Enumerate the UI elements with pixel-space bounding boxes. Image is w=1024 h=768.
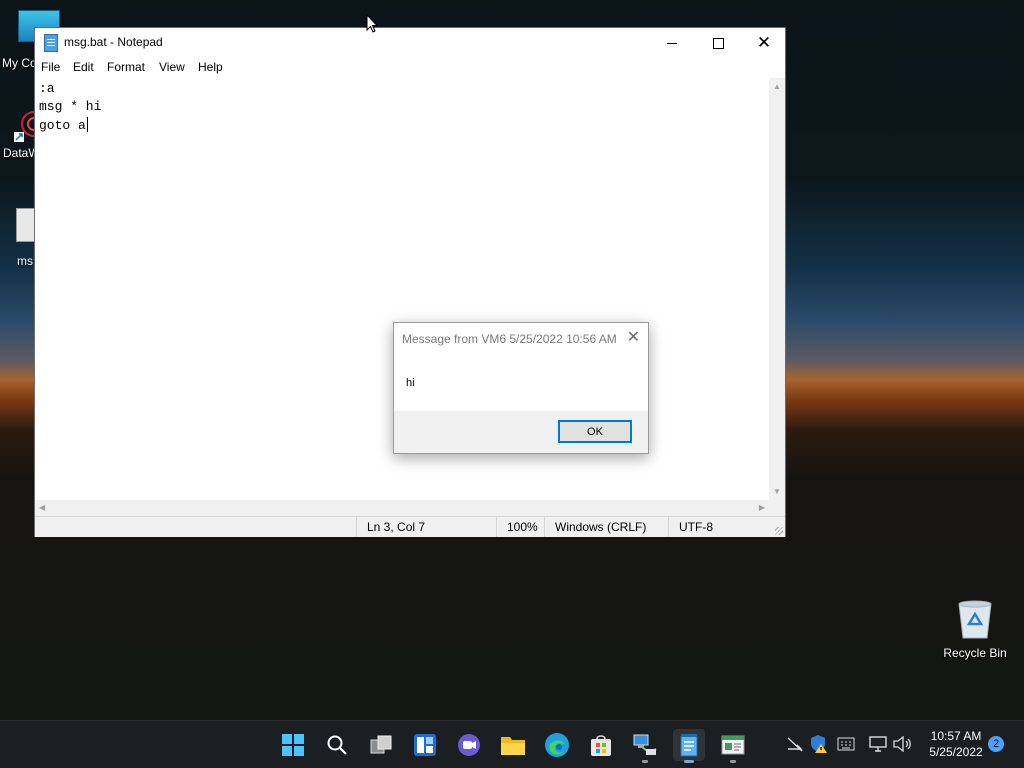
vertical-scrollbar[interactable]: ▲ ▼	[769, 78, 785, 500]
running-indicator	[642, 760, 648, 763]
keyboard-icon[interactable]	[837, 737, 855, 756]
status-encoding: UTF-8	[668, 517, 768, 537]
menu-file[interactable]: File	[41, 60, 60, 74]
minimize-icon	[667, 42, 677, 44]
notification-badge[interactable]: 2	[988, 736, 1004, 752]
minimize-button[interactable]	[649, 28, 695, 58]
folder-icon	[501, 737, 525, 755]
ok-button[interactable]: OK	[558, 420, 632, 443]
store-button[interactable]	[585, 729, 617, 761]
search-icon	[327, 735, 347, 755]
maximize-button[interactable]	[695, 28, 741, 58]
widgets-button[interactable]	[409, 729, 441, 761]
menu-help[interactable]: Help	[198, 60, 223, 74]
network-disconnected-icon[interactable]	[786, 735, 804, 758]
network-tool-icon	[633, 734, 657, 755]
scroll-down-icon[interactable]: ▼	[773, 487, 781, 496]
edge-icon	[545, 733, 569, 757]
menu-bar: File Edit Format View Help	[35, 58, 785, 78]
close-button[interactable]: ✕	[741, 28, 787, 58]
message-dialog[interactable]: Message from VM6 5/25/2022 10:56 AM ✕ hi…	[393, 322, 649, 454]
dialog-title: Message from VM6 5/25/2022 10:56 AM	[402, 332, 617, 346]
dialog-title-bar[interactable]: Message from VM6 5/25/2022 10:56 AM ✕	[394, 323, 648, 353]
volume-icon[interactable]	[892, 735, 912, 757]
dialog-body: hi	[394, 353, 648, 411]
edge-button[interactable]	[541, 729, 573, 761]
text-caret	[86, 117, 88, 132]
scroll-left-icon[interactable]: ◀	[39, 503, 45, 512]
maximize-icon	[712, 37, 724, 49]
chat-button[interactable]	[453, 729, 485, 761]
security-warning-icon[interactable]	[810, 734, 828, 759]
notepad-icon	[44, 34, 58, 52]
dialog-close-icon[interactable]: ✕	[627, 327, 640, 347]
resize-grip-icon[interactable]	[775, 527, 783, 535]
menu-format[interactable]: Format	[107, 60, 145, 74]
menu-view[interactable]: View	[159, 60, 185, 74]
scrollbar-corner	[769, 500, 785, 516]
text-line: :a	[39, 81, 55, 96]
recycle-bin-label[interactable]: Recycle Bin	[938, 646, 1012, 660]
dialog-message: hi	[406, 377, 415, 389]
text-line-content: goto a	[39, 118, 86, 133]
title-bar[interactable]: msg.bat - Notepad ✕	[35, 28, 785, 58]
running-indicator	[730, 760, 736, 763]
chat-icon	[458, 734, 480, 756]
horizontal-scrollbar[interactable]: ◀ ▶	[35, 500, 769, 516]
message-window-icon	[721, 735, 745, 755]
notepad-window[interactable]: msg.bat - Notepad ✕ File Edit Format Vie…	[34, 27, 786, 537]
status-bar: Ln 3, Col 7 100% Windows (CRLF) UTF-8	[35, 516, 785, 537]
close-icon: ✕	[756, 33, 772, 52]
menu-edit[interactable]: Edit	[73, 60, 94, 74]
search-button[interactable]	[321, 729, 353, 761]
status-zoom: 100%	[496, 517, 544, 537]
taskbar: 10:57 AM 5/25/2022	[0, 720, 1024, 768]
text-line: msg * hi	[39, 99, 102, 114]
clock-date: 5/25/2022	[929, 745, 983, 759]
start-button[interactable]	[277, 729, 309, 761]
clock[interactable]: 10:57 AM 5/25/2022	[918, 728, 994, 760]
task-view-icon	[370, 735, 392, 754]
store-icon	[591, 735, 611, 756]
task-view-button[interactable]	[365, 729, 397, 761]
clock-time: 10:57 AM	[930, 729, 982, 743]
recycle-bin-icon[interactable]	[955, 598, 995, 640]
notepad-icon	[680, 734, 698, 757]
scroll-right-icon[interactable]: ▶	[759, 503, 765, 512]
windows-logo-icon	[282, 734, 304, 756]
scroll-up-icon[interactable]: ▲	[773, 82, 781, 91]
mouse-pointer-icon	[366, 13, 379, 39]
status-line-ending: Windows (CRLF)	[544, 517, 668, 537]
notepad-taskbar-button[interactable]	[673, 729, 705, 763]
network-tool-button[interactable]	[629, 729, 661, 763]
display-icon[interactable]	[869, 736, 887, 757]
active-indicator	[684, 760, 694, 763]
text-line: goto a	[39, 117, 88, 133]
file-explorer-button[interactable]	[497, 729, 529, 761]
widgets-icon	[414, 734, 436, 756]
command-window-button[interactable]	[717, 729, 749, 763]
window-title: msg.bat - Notepad	[64, 35, 163, 49]
status-position: Ln 3, Col 7	[356, 517, 496, 537]
